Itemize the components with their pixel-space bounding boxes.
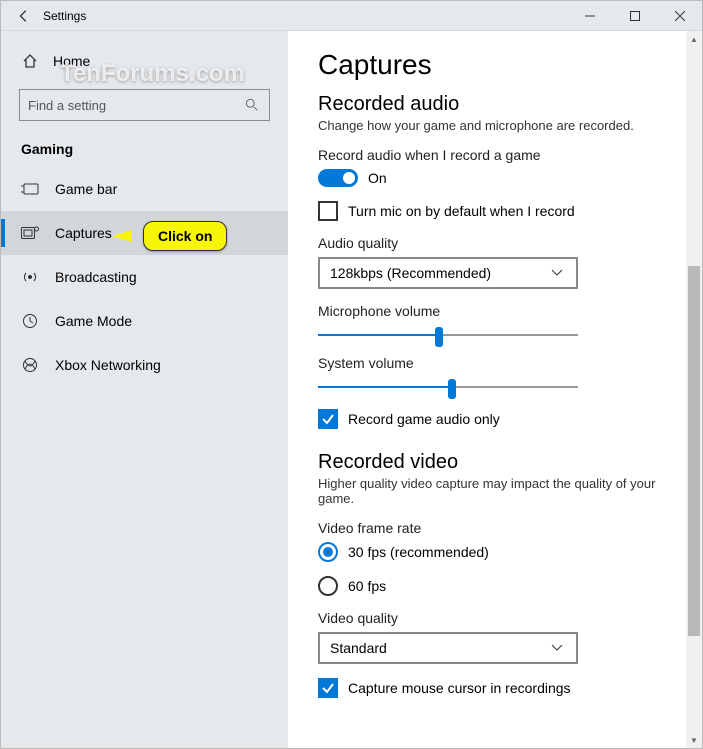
chevron-down-icon [548, 639, 566, 657]
mic-volume-label: Microphone volume [318, 303, 662, 319]
fps30-label: 30 fps (recommended) [348, 544, 489, 560]
scrollbar-thumb[interactable] [688, 266, 700, 636]
record-audio-label: Record audio when I record a game [318, 147, 662, 163]
mic-default-label: Turn mic on by default when I record [348, 203, 575, 219]
record-audio-toggle[interactable] [318, 169, 358, 187]
sidebar: Home Find a setting Gaming Game bar Capt… [1, 31, 288, 748]
search-icon [243, 96, 261, 114]
audio-heading: Recorded audio [318, 93, 662, 116]
fps60-radio[interactable] [318, 576, 338, 596]
minimize-button[interactable] [567, 1, 612, 31]
game-mode-icon [21, 312, 39, 330]
mic-volume-slider[interactable] [318, 325, 578, 345]
audio-desc: Change how your game and microphone are … [318, 118, 662, 133]
game-audio-only-checkbox[interactable] [318, 409, 338, 429]
settings-window: Settings Home Find a setting Gaming Game… [0, 0, 703, 749]
fps60-label: 60 fps [348, 578, 386, 594]
cursor-checkbox[interactable] [318, 678, 338, 698]
sidebar-item-label: Game Mode [55, 313, 132, 329]
home-icon [21, 52, 39, 70]
framerate-label: Video frame rate [318, 520, 662, 536]
sidebar-item-label: Game bar [55, 181, 117, 197]
scrollbar[interactable]: ▲ ▼ [686, 31, 702, 748]
sidebar-item-label: Xbox Networking [55, 357, 161, 373]
game-bar-icon [21, 180, 39, 198]
dropdown-value: Standard [330, 640, 387, 656]
sidebar-item-xbox-networking[interactable]: Xbox Networking [1, 343, 288, 387]
sys-volume-slider[interactable] [318, 377, 578, 397]
scroll-down-arrow[interactable]: ▼ [686, 732, 702, 748]
sidebar-item-game-bar[interactable]: Game bar [1, 167, 288, 211]
home-button[interactable]: Home [1, 41, 288, 81]
home-label: Home [53, 53, 90, 69]
dropdown-value: 128kbps (Recommended) [330, 265, 491, 281]
maximize-button[interactable] [612, 1, 657, 31]
page-title: Captures [318, 49, 662, 81]
audio-quality-label: Audio quality [318, 235, 662, 251]
fps30-radio[interactable] [318, 542, 338, 562]
video-desc: Higher quality video capture may impact … [318, 476, 662, 506]
game-audio-only-label: Record game audio only [348, 411, 500, 427]
search-input[interactable]: Find a setting [19, 89, 270, 121]
back-button[interactable] [9, 1, 39, 31]
sidebar-item-broadcasting[interactable]: Broadcasting [1, 255, 288, 299]
chevron-down-icon [548, 264, 566, 282]
search-placeholder: Find a setting [28, 98, 106, 113]
broadcasting-icon [21, 268, 39, 286]
audio-quality-dropdown[interactable]: 128kbps (Recommended) [318, 257, 578, 289]
titlebar: Settings [1, 1, 702, 31]
sidebar-item-label: Captures [55, 225, 112, 241]
scroll-up-arrow[interactable]: ▲ [686, 31, 702, 47]
content: Home Find a setting Gaming Game bar Capt… [1, 31, 702, 748]
video-quality-label: Video quality [318, 610, 662, 626]
sidebar-item-game-mode[interactable]: Game Mode [1, 299, 288, 343]
main-scroll: Captures Recorded audio Change how your … [288, 31, 686, 748]
xbox-icon [21, 356, 39, 374]
sidebar-item-label: Broadcasting [55, 269, 137, 285]
window-controls [567, 1, 702, 31]
window-title: Settings [39, 9, 567, 23]
close-button[interactable] [657, 1, 702, 31]
video-quality-dropdown[interactable]: Standard [318, 632, 578, 664]
sys-volume-label: System volume [318, 355, 662, 371]
mic-default-checkbox[interactable] [318, 201, 338, 221]
toggle-state: On [368, 170, 387, 186]
video-heading: Recorded video [318, 451, 662, 474]
callout-annotation: Click on [143, 221, 227, 251]
cursor-label: Capture mouse cursor in recordings [348, 680, 571, 696]
main-panel: Captures Recorded audio Change how your … [288, 31, 702, 748]
section-title: Gaming [1, 135, 288, 167]
captures-icon [21, 224, 39, 242]
